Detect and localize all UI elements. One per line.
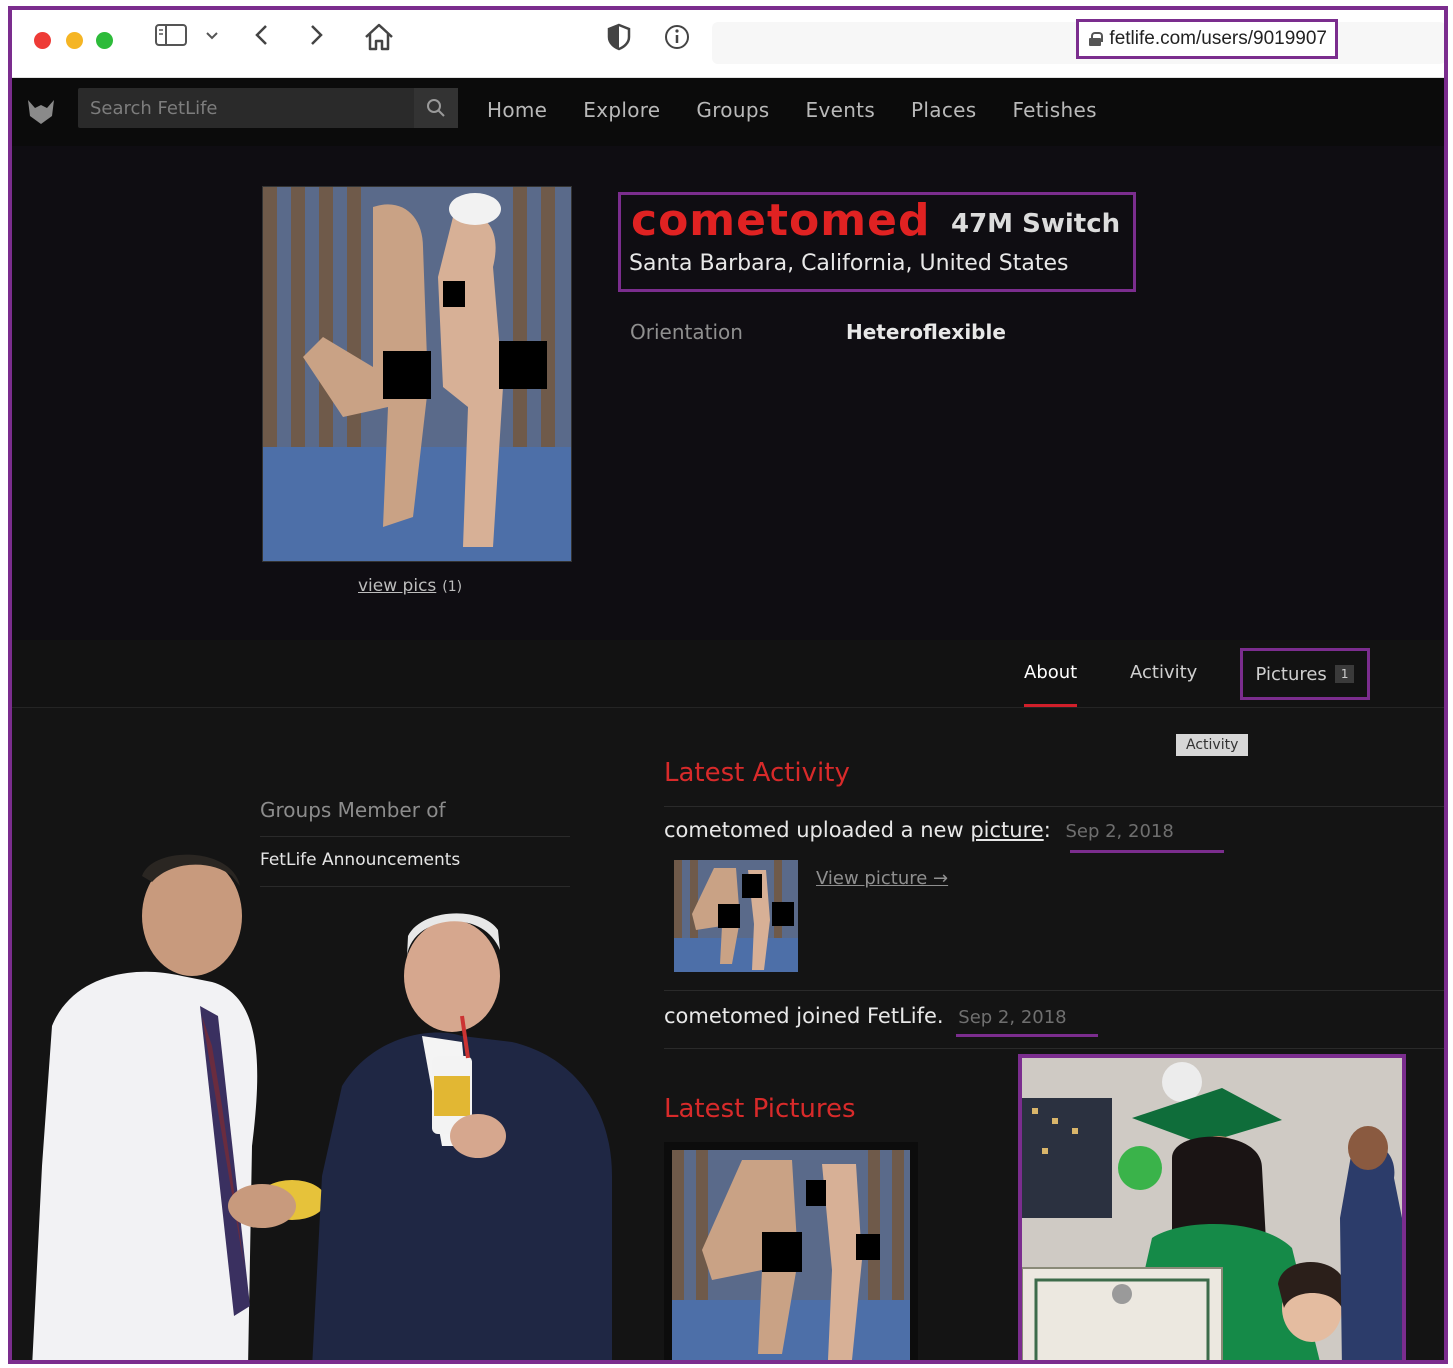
overlay-photo-two-men: [12, 846, 612, 1360]
divider: [260, 836, 570, 837]
pictures-count-badge: 1: [1334, 665, 1355, 683]
main-nav-links: Home Explore Groups Events Places Fetish…: [487, 98, 1097, 122]
search-button[interactable]: [414, 88, 458, 128]
profile-identity-highlight: cometomed 47M Switch Santa Barbara, Cali…: [618, 192, 1136, 292]
back-icon[interactable]: [252, 22, 272, 58]
view-pics-link[interactable]: view pics: [358, 576, 436, 596]
activity-separator: :: [1043, 818, 1051, 842]
orientation-label: Orientation: [630, 320, 743, 344]
view-pics-count: (1): [442, 579, 463, 595]
home-icon[interactable]: [362, 22, 396, 62]
activity-joined-text: cometomed joined FetLife.: [664, 1004, 944, 1028]
search-input[interactable]: [78, 88, 408, 128]
profile-nickname: cometomed: [631, 195, 931, 246]
tab-pictures[interactable]: Pictures 1: [1240, 648, 1370, 700]
forward-icon[interactable]: [306, 22, 326, 58]
latest-picture-thumbnail[interactable]: [664, 1142, 918, 1360]
latest-activity-heading: Latest Activity: [664, 758, 850, 788]
nav-fetishes[interactable]: Fetishes: [1012, 98, 1096, 122]
profile-avatar[interactable]: [262, 186, 572, 562]
activity-item-upload: cometomed uploaded a new picture: Sep 2,…: [664, 818, 1174, 842]
activity-tooltip: Activity: [1176, 734, 1249, 756]
maximize-window-button[interactable]: [96, 32, 113, 49]
search-icon: [427, 99, 445, 117]
browser-toolbar: fetlife.com/users/9019907: [12, 10, 1444, 78]
tab-about[interactable]: About: [1024, 662, 1078, 707]
activity-joined-date: Sep 2, 2018: [958, 1007, 1067, 1028]
annotated-screenshot-frame: fetlife.com/users/9019907 Home Explore G…: [8, 6, 1448, 1364]
profile-age-gender-role: 47M Switch: [951, 209, 1121, 239]
date-highlight-underline: [1070, 850, 1224, 853]
activity-upload-text: cometomed uploaded a new: [664, 818, 964, 842]
activity-picture-link[interactable]: picture: [970, 818, 1043, 842]
nav-explore[interactable]: Explore: [583, 98, 660, 122]
activity-picture-thumbnail[interactable]: [674, 860, 798, 972]
orientation-value: Heteroflexible: [846, 320, 1006, 344]
view-picture-link[interactable]: View picture →: [816, 868, 948, 889]
url-highlight-box[interactable]: fetlife.com/users/9019907: [1076, 19, 1338, 59]
profile-header: view pics (1) cometomed 47M Switch Santa …: [12, 146, 1444, 640]
nav-places[interactable]: Places: [911, 98, 976, 122]
latest-pictures-heading: Latest Pictures: [664, 1094, 856, 1124]
nav-home[interactable]: Home: [487, 98, 547, 122]
nav-events[interactable]: Events: [806, 98, 876, 122]
profile-tabs: About Activity Pictures 1: [12, 640, 1444, 708]
activity-item-joined: cometomed joined FetLife. Sep 2, 2018: [664, 1004, 1067, 1028]
profile-location[interactable]: Santa Barbara, California, United States: [629, 251, 1069, 276]
tab-activity[interactable]: Activity: [1130, 662, 1197, 683]
view-pics-link-wrap: view pics (1): [358, 576, 462, 596]
nav-groups[interactable]: Groups: [696, 98, 769, 122]
overlay-photo-graduation: [1018, 1054, 1406, 1360]
groups-heading: Groups Member of: [260, 798, 446, 822]
activity-upload-date: Sep 2, 2018: [1065, 821, 1174, 842]
site-navbar: Home Explore Groups Events Places Fetish…: [12, 78, 1444, 146]
fetlife-logo-icon[interactable]: [26, 98, 56, 126]
shield-icon[interactable]: [606, 22, 632, 62]
divider: [664, 990, 1444, 991]
tab-pictures-label: Pictures: [1255, 663, 1327, 685]
sidebar-icon[interactable]: [154, 22, 188, 58]
info-icon[interactable]: [662, 22, 692, 62]
url-text: fetlife.com/users/9019907: [1109, 28, 1327, 49]
search-box: [78, 88, 458, 128]
divider: [664, 806, 1444, 807]
close-window-button[interactable]: [34, 32, 51, 49]
lock-icon: [1089, 32, 1104, 46]
profile-content: Activity Groups Member of FetLife Announ…: [12, 708, 1444, 1360]
chevron-down-icon[interactable]: [204, 22, 220, 58]
divider: [664, 1048, 1444, 1049]
date-highlight-underline: [956, 1034, 1098, 1037]
minimize-window-button[interactable]: [66, 32, 83, 49]
